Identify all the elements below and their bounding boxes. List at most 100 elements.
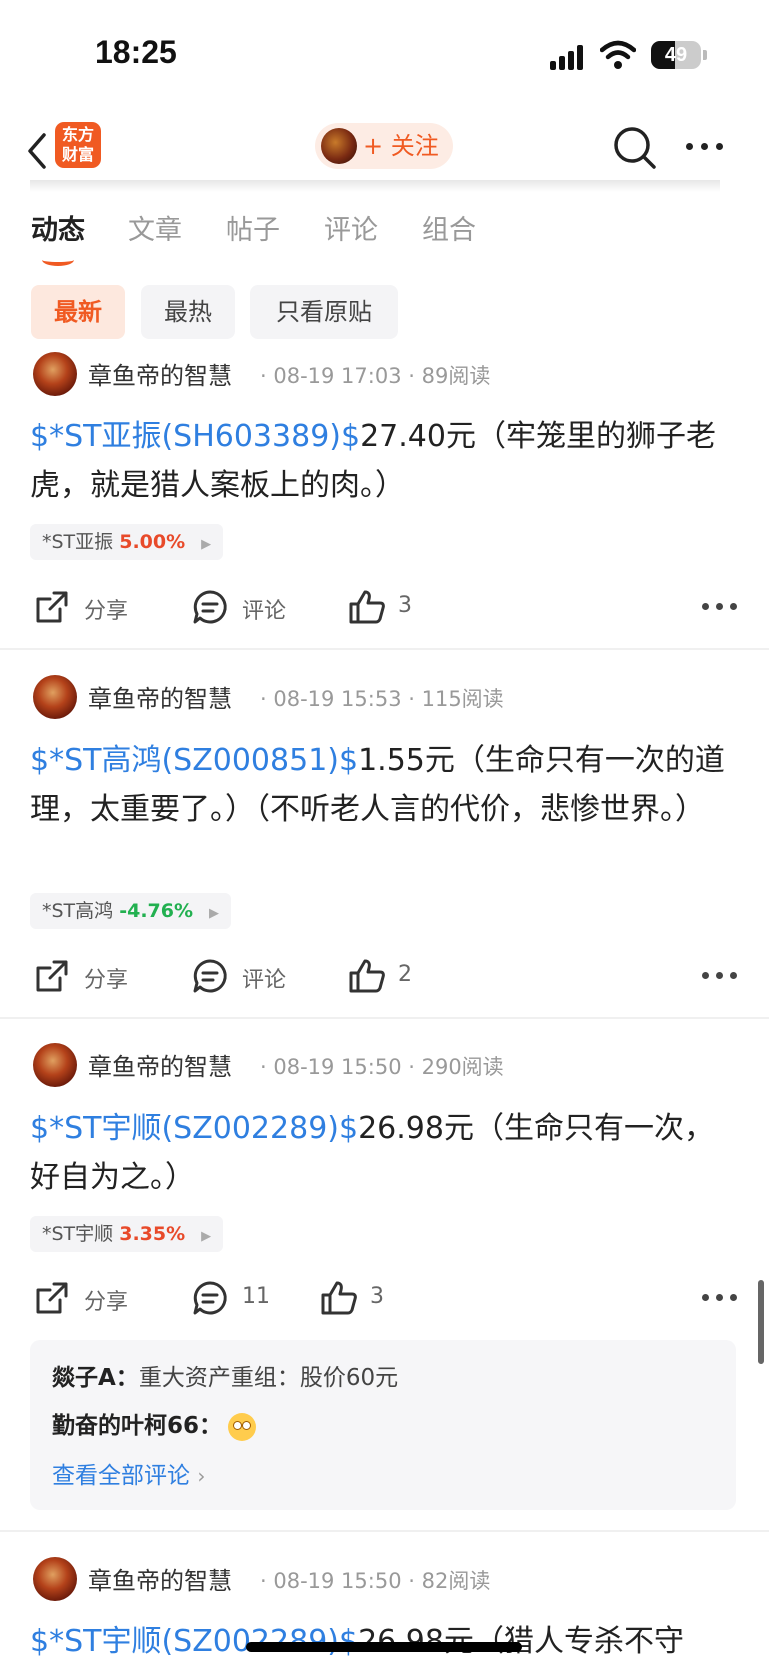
comment-button[interactable]: 11: [192, 1276, 282, 1320]
stock-chip[interactable]: *ST高鸿 -4.76% ▶: [30, 893, 232, 929]
status-time: 18:25: [95, 34, 177, 70]
share-button[interactable]: 分享: [34, 585, 144, 629]
cellular-signal-icon: [550, 44, 590, 70]
avatar[interactable]: [33, 1043, 77, 1087]
stock-chip[interactable]: *ST宇顺 3.35% ▶: [30, 1216, 224, 1252]
filter-latest[interactable]: 最新: [31, 285, 125, 339]
post-actions: 分享 评论 2: [30, 954, 737, 998]
comment-button[interactable]: 评论: [192, 585, 302, 629]
like-button[interactable]: 2: [348, 954, 438, 998]
view-all-comments-link[interactable]: 查看全部评论 ›: [52, 1456, 205, 1490]
post-actions: 分享 11 3: [30, 1276, 737, 1320]
status-bar: 18:25 49: [0, 0, 769, 110]
post-content[interactable]: $*ST高鸿(SZ000851)$1.55元（生命只有一次的道理，太重要了。）（…: [30, 736, 735, 834]
share-button[interactable]: 分享: [34, 954, 144, 998]
filter-hot[interactable]: 最热: [141, 285, 235, 339]
avatar: [321, 128, 357, 164]
post-content[interactable]: $*ST宇顺(SZ002289)$26.98元（猎人专杀不守: [30, 1617, 735, 1665]
comment-icon: [193, 1281, 227, 1315]
comment-label: 评论: [242, 968, 287, 993]
chevron-right-icon: ▶: [201, 537, 212, 552]
chip-stock-name: *ST亚振: [42, 531, 114, 553]
share-icon: [36, 960, 68, 992]
comment-icon: [193, 590, 227, 624]
divider: [0, 648, 769, 650]
share-button[interactable]: 分享: [34, 1276, 144, 1320]
share-label: 分享: [84, 968, 129, 993]
commenter-name[interactable]: 勤奋的叶柯66：: [52, 1413, 222, 1439]
chevron-right-icon: ▶: [201, 1229, 212, 1244]
share-icon: [36, 1282, 68, 1314]
chevron-right-icon: ›: [197, 1464, 206, 1488]
chip-change: 3.35%: [119, 1223, 186, 1245]
author-name[interactable]: 章鱼帝的智慧: [88, 1047, 232, 1082]
follow-button[interactable]: + 关注: [315, 123, 453, 169]
stock-link[interactable]: $*ST高鸿(SZ000851)$: [30, 743, 358, 778]
more-icon[interactable]: [702, 972, 742, 982]
comment-count: 11: [242, 1284, 270, 1309]
comment-item: 勤奋的叶柯66：: [52, 1406, 257, 1441]
avatar[interactable]: [33, 675, 77, 719]
thumbs-up-icon: [349, 959, 385, 993]
share-icon: [36, 591, 68, 623]
more-icon[interactable]: [702, 1294, 742, 1304]
like-count: 3: [370, 1284, 384, 1309]
stock-chip[interactable]: *ST亚振 5.00% ▶: [30, 524, 224, 560]
post-meta: · 08-19 15:50 · 82阅读: [260, 1569, 491, 1593]
post-meta: · 08-19 15:53 · 115阅读: [260, 687, 504, 711]
tab-posts[interactable]: 帖子: [226, 208, 280, 247]
tab-articles[interactable]: 文章: [128, 208, 182, 247]
post-content[interactable]: $*ST宇顺(SZ002289)$26.98元（生命只有一次，好自为之。）: [30, 1104, 735, 1202]
comment-label: 评论: [242, 599, 287, 624]
thumbs-up-icon: [349, 590, 385, 624]
comment-text: 重大资产重组：股价60元: [138, 1365, 399, 1391]
chip-change: -4.76%: [119, 900, 194, 922]
like-count: 2: [398, 962, 412, 987]
thumbs-up-icon: [321, 1281, 357, 1315]
home-indicator[interactable]: [246, 1642, 522, 1652]
battery-icon: 49: [651, 41, 701, 69]
comment-button[interactable]: 评论: [192, 954, 302, 998]
tab-portfolio[interactable]: 组合: [422, 208, 476, 247]
author-name[interactable]: 章鱼帝的智慧: [88, 1561, 232, 1596]
share-label: 分享: [84, 1290, 129, 1315]
chip-stock-name: *ST宇顺: [42, 1223, 114, 1245]
chip-stock-name: *ST高鸿: [42, 900, 114, 922]
search-icon[interactable]: [612, 125, 658, 171]
tab-indicator: [42, 254, 74, 266]
chip-change: 5.00%: [119, 531, 186, 553]
stock-link[interactable]: $*ST亚振(SH603389)$: [30, 419, 360, 454]
comment-icon: [193, 959, 227, 993]
divider: [0, 1530, 769, 1532]
wifi-icon: [600, 40, 636, 69]
author-name[interactable]: 章鱼帝的智慧: [88, 356, 232, 391]
follow-label: + 关注: [363, 132, 439, 160]
filter-original-only[interactable]: 只看原贴: [250, 285, 398, 339]
battery-level: 49: [664, 44, 688, 66]
tab-bar: 动态 文章 帖子 评论 组合: [0, 208, 769, 268]
avatar[interactable]: [33, 1557, 77, 1601]
back-icon[interactable]: [22, 129, 56, 173]
app-logo[interactable]: 东方财富: [55, 122, 101, 168]
post-meta: · 08-19 15:50 · 290阅读: [260, 1055, 504, 1079]
like-button[interactable]: 3: [348, 585, 438, 629]
flushed-emoji-icon: [228, 1412, 257, 1441]
collapsed-header-text: [30, 180, 720, 192]
tab-comments[interactable]: 评论: [324, 208, 378, 247]
scrollbar[interactable]: [758, 1280, 764, 1364]
post-meta: · 08-19 17:03 · 89阅读: [260, 364, 491, 388]
chevron-right-icon: ▶: [209, 906, 220, 921]
post-actions: 分享 评论 3: [30, 585, 737, 629]
stock-link[interactable]: $*ST宇顺(SZ002289)$: [30, 1111, 358, 1146]
author-name[interactable]: 章鱼帝的智慧: [88, 679, 232, 714]
post-content[interactable]: $*ST亚振(SH603389)$27.40元（牢笼里的狮子老虎，就是猎人案板上…: [30, 412, 735, 510]
avatar[interactable]: [33, 352, 77, 396]
comment-item: 燚子A：重大资产重组：股价60元: [52, 1358, 398, 1392]
more-icon[interactable]: [702, 603, 742, 613]
like-count: 3: [398, 593, 412, 618]
comment-preview[interactable]: 燚子A：重大资产重组：股价60元 勤奋的叶柯66： 查看全部评论 ›: [30, 1340, 736, 1510]
commenter-name[interactable]: 燚子A：: [52, 1365, 139, 1391]
more-icon[interactable]: [686, 143, 726, 153]
like-button[interactable]: 3: [320, 1276, 410, 1320]
tab-dynamic[interactable]: 动态: [31, 208, 85, 247]
